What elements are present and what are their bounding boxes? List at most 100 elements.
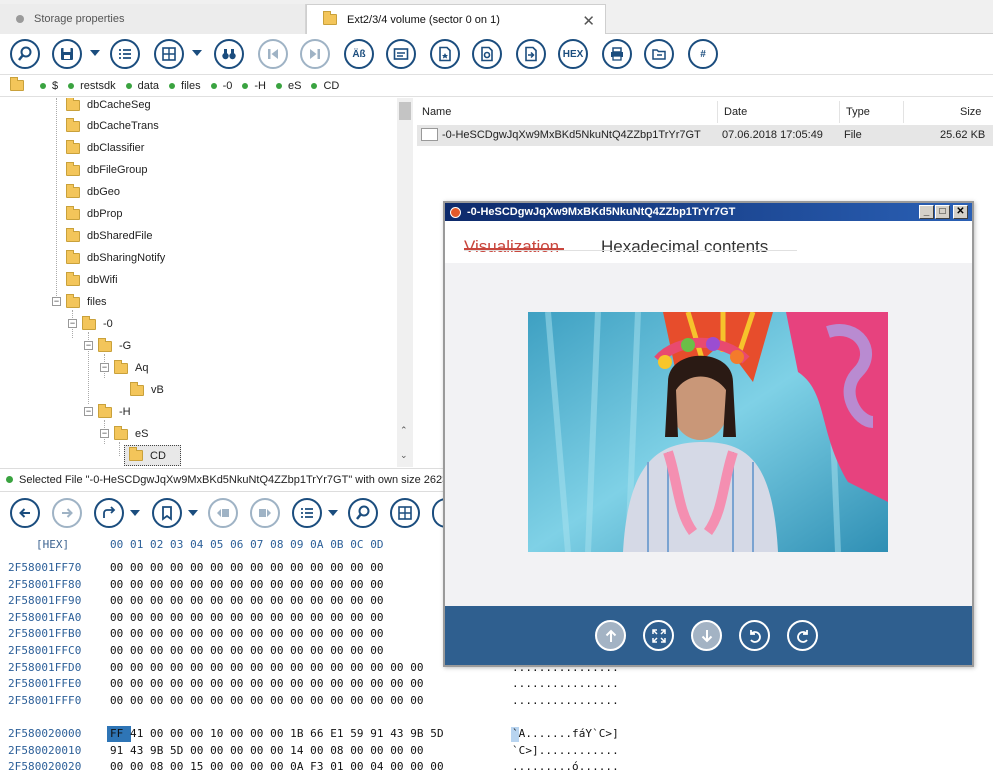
list-dropdown-icon[interactable] <box>328 510 338 516</box>
view-dropdown-icon[interactable] <box>192 50 202 56</box>
column-header-date[interactable]: Date <box>724 106 747 118</box>
rotate-right-icon[interactable] <box>787 620 818 651</box>
fullscreen-icon[interactable] <box>643 620 674 651</box>
bookmark-dropdown-icon[interactable] <box>188 510 198 516</box>
collapse-icon[interactable]: − <box>52 297 61 306</box>
file-icon <box>421 128 438 141</box>
hex-offsets: 2F58001FF70 2F58001FF80 2F58001FF90 2F58… <box>8 561 82 774</box>
app-icon <box>450 207 461 218</box>
hex-search-icon[interactable] <box>348 498 378 528</box>
collapse-icon[interactable]: − <box>100 429 109 438</box>
tab-visualization[interactable]: Visualization <box>464 237 559 257</box>
list-view-icon[interactable] <box>292 498 322 528</box>
binoculars-icon[interactable] <box>214 39 244 69</box>
preview-title-bar[interactable]: -0-HeSCDgwJqXw9MxBKd5NkuNtQ4ZZbp1TrYr7GT <box>445 203 972 221</box>
hex-mode-label: [HEX] <box>36 538 70 551</box>
collapse-icon[interactable]: − <box>84 341 93 350</box>
tree-item[interactable]: dbWifi <box>66 270 118 290</box>
collapse-icon[interactable]: − <box>68 319 77 328</box>
tree-item-selected[interactable]: CD <box>124 445 181 466</box>
save-icon[interactable] <box>52 39 82 69</box>
breadcrumb-item[interactable]: -0 <box>211 80 233 92</box>
tree-item-label: dbWifi <box>87 274 118 286</box>
file-settings-icon[interactable] <box>472 39 502 69</box>
tree-item[interactable]: vB <box>130 380 164 400</box>
tree-item[interactable]: dbSharingNotify <box>66 248 165 268</box>
previous-icon[interactable] <box>258 39 288 69</box>
image-view-icon[interactable] <box>386 39 416 69</box>
tree-item[interactable]: dbCacheSeg <box>66 98 151 115</box>
folder-icon <box>10 77 24 91</box>
breadcrumb-item[interactable]: -H <box>242 80 266 92</box>
hex-view-icon[interactable]: HEX <box>558 39 588 69</box>
breadcrumb-item[interactable]: eS <box>276 80 301 92</box>
file-row[interactable]: -0-HeSCDgwJqXw9MxBKd5NkuNtQ4ZZbp1TrYr7GT… <box>417 125 993 146</box>
tree-item-label: eS <box>135 428 149 440</box>
tree-scrollbar-thumb[interactable] <box>399 102 411 120</box>
bookmark-icon[interactable] <box>152 498 182 528</box>
tab-hexadecimal[interactable]: Hexadecimal contents <box>601 237 768 257</box>
close-button[interactable]: ✕ <box>953 205 968 219</box>
tree-item-label: -G <box>119 340 132 352</box>
file-type: File <box>844 129 862 141</box>
hex-bytes[interactable]: 00 00 00 00 00 00 00 00 00 00 00 00 00 0… <box>110 560 444 776</box>
print-icon[interactable] <box>602 39 632 69</box>
next-icon[interactable] <box>300 39 330 69</box>
save-dropdown-icon[interactable] <box>90 50 100 56</box>
tab-label: Storage properties <box>34 13 125 25</box>
tree-item[interactable]: eS <box>114 424 148 444</box>
breadcrumb-item[interactable]: restsdk <box>68 80 115 92</box>
next-bookmark-icon[interactable] <box>250 498 280 528</box>
goto-dropdown-icon[interactable] <box>130 510 140 516</box>
file-star-icon[interactable] <box>430 39 460 69</box>
maximize-button[interactable]: □ <box>935 205 950 219</box>
column-header-type[interactable]: Type <box>846 106 870 118</box>
scroll-down-icon[interactable]: ⌄ <box>400 450 408 461</box>
tree-scrollbar[interactable] <box>397 98 413 467</box>
folder-export-icon[interactable] <box>644 39 674 69</box>
breadcrumb-item[interactable]: data <box>126 80 159 92</box>
collapse-icon[interactable]: − <box>100 363 109 372</box>
file-export-icon[interactable] <box>516 39 546 69</box>
tab-ext-volume[interactable]: Ext2/3/4 volume (sector 0 on 1) ✕ <box>306 4 606 34</box>
text-encoding-icon[interactable]: Äß <box>344 39 374 69</box>
tree-item[interactable]: dbGeo <box>66 182 120 202</box>
tab-storage-properties[interactable]: Storage properties <box>0 4 306 34</box>
hex-grid-icon[interactable] <box>390 498 420 528</box>
grid-view-icon[interactable] <box>154 39 184 69</box>
folder-icon <box>66 98 80 111</box>
tree-item[interactable]: files <box>66 292 107 312</box>
tree-item-label: dbGeo <box>87 186 121 198</box>
arrow-up-icon[interactable] <box>595 620 626 651</box>
collapse-icon[interactable]: − <box>84 407 93 416</box>
scroll-up-icon[interactable]: ⌃ <box>400 425 408 436</box>
tree-item[interactable]: -G <box>98 336 131 356</box>
goto-icon[interactable] <box>94 498 124 528</box>
forward-icon[interactable] <box>52 498 82 528</box>
tree-item[interactable]: dbClassifier <box>66 138 144 158</box>
tree-item[interactable]: dbProp <box>66 204 122 224</box>
column-header-name[interactable]: Name <box>422 106 451 118</box>
back-icon[interactable] <box>10 498 40 528</box>
tree-item[interactable]: -0 <box>82 314 113 334</box>
tree-item[interactable]: Aq <box>114 358 148 378</box>
column-header-size[interactable]: Size <box>960 106 981 118</box>
rotate-left-icon[interactable] <box>739 620 770 651</box>
tab-label: Ext2/3/4 volume (sector 0 on 1) <box>347 13 500 26</box>
tree-item[interactable]: dbFileGroup <box>66 160 148 180</box>
breadcrumb-item[interactable]: $ <box>40 80 58 92</box>
prev-bookmark-icon[interactable] <box>208 498 238 528</box>
search-icon[interactable] <box>10 39 40 69</box>
minimize-button[interactable]: _ <box>919 205 934 219</box>
hash-icon[interactable]: # <box>688 39 718 69</box>
close-tab-icon[interactable]: ✕ <box>582 12 595 30</box>
tree-item[interactable]: dbSharedFile <box>66 226 152 246</box>
hex-toolbar <box>0 491 446 531</box>
breadcrumb-item[interactable]: CD <box>311 80 339 92</box>
folder-icon <box>66 161 80 176</box>
list-icon[interactable] <box>110 39 140 69</box>
breadcrumb-item[interactable]: files <box>169 80 201 92</box>
tree-item[interactable]: -H <box>98 402 131 422</box>
arrow-down-icon[interactable] <box>691 620 722 651</box>
tree-item[interactable]: dbCacheTrans <box>66 116 159 136</box>
